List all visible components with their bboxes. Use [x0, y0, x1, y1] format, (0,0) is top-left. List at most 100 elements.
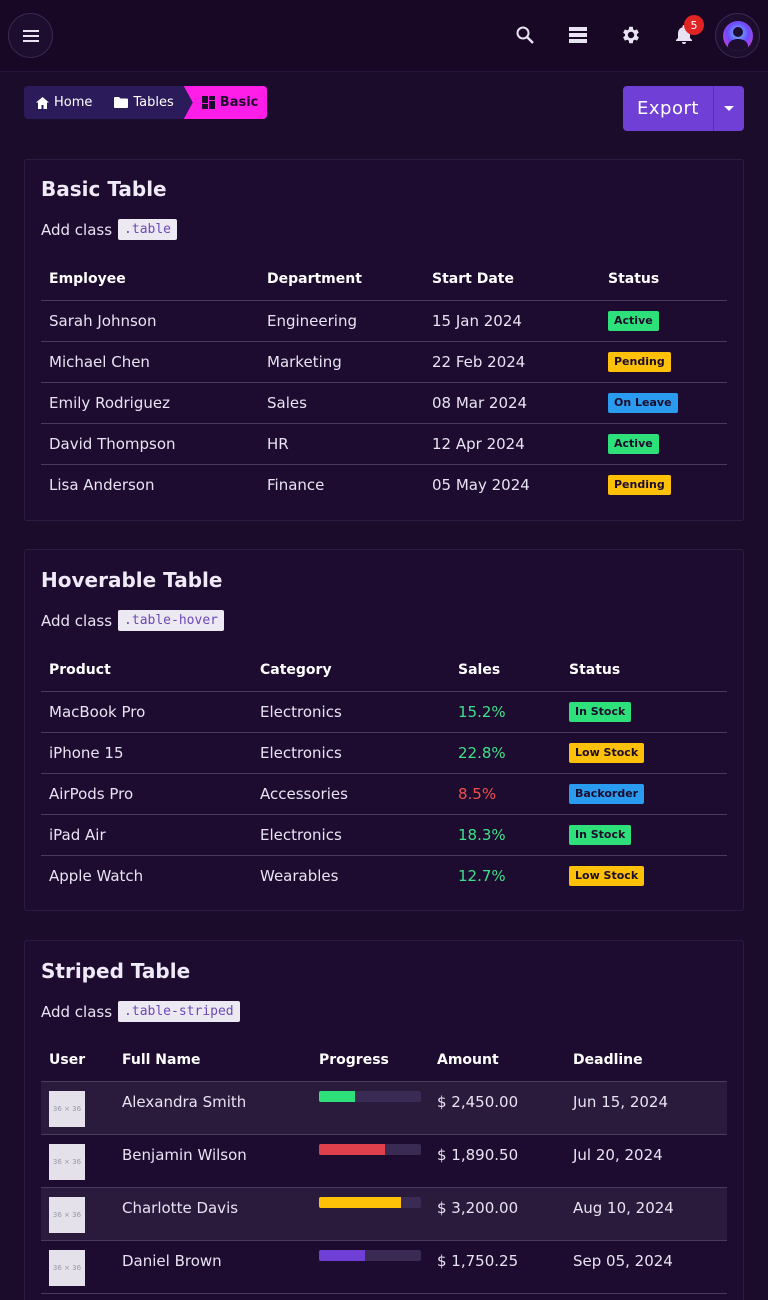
- table-cell: [311, 1134, 429, 1188]
- sales-percent: 12.7%: [458, 866, 506, 885]
- table-cell: Sep 05, 2024: [565, 1240, 727, 1294]
- class-code: .table: [118, 219, 178, 240]
- table-row[interactable]: MacBook Pro Electronics 15.2% In Stock: [41, 691, 727, 733]
- progress-bar: [319, 1249, 421, 1261]
- table-cell: Pending: [600, 464, 727, 505]
- folder-icon: [114, 97, 129, 108]
- table-cell: Backorder: [561, 773, 727, 815]
- hoverable-table-card: Hoverable Table Add class .table-hover P…: [24, 549, 744, 911]
- status-badge: Pending: [608, 352, 671, 372]
- table-header-row: Employee Department Start Date Status: [41, 258, 727, 301]
- table-cell: Low Stock: [561, 855, 727, 896]
- table-cell: 15 Jan 2024: [424, 300, 600, 342]
- avatar: [722, 20, 753, 51]
- table-cell: 12 Apr 2024: [424, 423, 600, 465]
- status-badge: Pending: [608, 475, 671, 496]
- progress-fill: [319, 1196, 401, 1208]
- table-row: David Thompson HR 12 Apr 2024 Active: [41, 423, 727, 465]
- table-cell: Pending: [600, 341, 727, 383]
- breadcrumb-home[interactable]: Home: [24, 86, 102, 119]
- column-header: Deadline: [565, 1039, 727, 1082]
- table-cell: Jul 20, 2024: [565, 1134, 727, 1188]
- hamburger-icon: [22, 29, 39, 42]
- search-icon: [516, 26, 534, 44]
- breadcrumb-label: Basic: [219, 95, 259, 110]
- class-code: .table-hover: [118, 610, 224, 631]
- table-cell: Finance: [267, 475, 325, 494]
- status-badge: Active: [608, 434, 659, 454]
- column-header: Employee: [41, 258, 259, 301]
- table-cell: In Stock: [561, 691, 727, 733]
- table-row: 36 × 36 Alexandra Smith $ 2,450.00 Jun 15, …: [41, 1081, 727, 1135]
- status-badge: Active: [608, 311, 659, 331]
- table-row[interactable]: AirPods Pro Accessories 8.5% Backorder: [41, 773, 727, 815]
- table-row[interactable]: iPhone 15 Electronics 22.8% Low Stock: [41, 732, 727, 774]
- card-subtitle: Add class .table: [41, 219, 178, 240]
- column-header: Amount: [429, 1039, 565, 1082]
- basic-table: Employee Department Start Date Status Sa…: [41, 258, 727, 505]
- status-badge: In Stock: [569, 702, 632, 722]
- sales-percent: 8.5%: [450, 773, 561, 815]
- table-cell: AirPods Pro: [41, 773, 252, 815]
- table-row: Emily Rodriguez Sales 08 Mar 2024 On Leave: [41, 382, 727, 424]
- table-cell: 08 Mar 2024: [424, 382, 600, 424]
- column-header: Department: [259, 258, 424, 301]
- table-cell: Active: [600, 423, 727, 465]
- table-row: Michael Chen Marketing 22 Feb 2024 Pending: [41, 341, 727, 383]
- export-button[interactable]: Export: [623, 86, 713, 131]
- notification-count-badge: 5: [684, 15, 704, 35]
- card-title: Basic Table: [41, 177, 167, 201]
- table-row[interactable]: iPad Air Electronics 18.3% In Stock: [41, 814, 727, 856]
- table-cell: Electronics: [252, 691, 450, 733]
- column-header: Start Date: [424, 258, 600, 301]
- table-cell: Marketing: [259, 341, 424, 383]
- top-navbar: 5: [0, 0, 768, 72]
- caret-down-icon: [724, 105, 734, 111]
- progress-bar: [319, 1090, 421, 1102]
- table-cell: Engineering: [259, 300, 424, 342]
- export-dropdown-toggle[interactable]: [713, 86, 744, 131]
- table-cell: Wearables: [260, 866, 339, 885]
- table-header-row: Product Category Sales Status: [41, 649, 727, 692]
- column-header: Status: [561, 649, 727, 692]
- breadcrumb-label: Tables: [133, 95, 174, 110]
- table-cell: MacBook Pro: [41, 691, 252, 733]
- progress-bar: [319, 1196, 421, 1208]
- table-cell: David Thompson: [41, 423, 259, 465]
- table-cell: 36 × 36: [41, 1134, 114, 1188]
- table-row: 36 × 36 Daniel Brown $ 1,750.25 Sep 05, 202…: [41, 1240, 727, 1294]
- settings-button[interactable]: [618, 22, 644, 48]
- column-header: Status: [600, 258, 727, 301]
- search-button[interactable]: [512, 22, 538, 48]
- table-cell: $ 1,750.25: [429, 1240, 565, 1294]
- table-cell: Sales: [259, 382, 424, 424]
- layers-button[interactable]: [565, 22, 591, 48]
- table-cell: In Stock: [561, 814, 727, 856]
- table-cell: $ 3,200.00: [429, 1187, 565, 1241]
- table-cell: Charlotte Davis: [114, 1187, 311, 1241]
- progress-bar: [319, 1143, 421, 1155]
- table-cell: Apple Watch: [49, 866, 144, 885]
- menu-toggle-button[interactable]: [8, 13, 53, 58]
- table-cell: 36 × 36: [41, 1187, 114, 1241]
- striped-table: User Full Name Progress Amount Deadline …: [41, 1039, 727, 1294]
- column-header: Progress: [311, 1039, 429, 1082]
- table-cell: Lisa Anderson: [49, 475, 155, 494]
- breadcrumb-label: Home: [54, 95, 93, 110]
- user-avatar-button[interactable]: [715, 13, 760, 58]
- table-cell: On Leave: [600, 382, 727, 424]
- breadcrumb-basic[interactable]: Basic: [183, 86, 268, 119]
- home-icon: [36, 96, 49, 109]
- table-cell: HR: [259, 423, 424, 465]
- table-cell: Active: [600, 300, 727, 342]
- column-header: Product: [41, 649, 252, 692]
- sales-percent: 18.3%: [450, 814, 561, 856]
- card-title: Striped Table: [41, 959, 191, 983]
- user-thumbnail: 36 × 36: [49, 1249, 85, 1286]
- table-row[interactable]: Apple Watch Wearables 12.7% Low Stock: [41, 855, 727, 896]
- table-cell: Michael Chen: [41, 341, 259, 383]
- breadcrumb-tables[interactable]: Tables: [102, 86, 183, 119]
- table-cell: 36 × 36: [41, 1240, 114, 1294]
- table-cell: [311, 1240, 429, 1294]
- table-cell: 22 Feb 2024: [424, 341, 600, 383]
